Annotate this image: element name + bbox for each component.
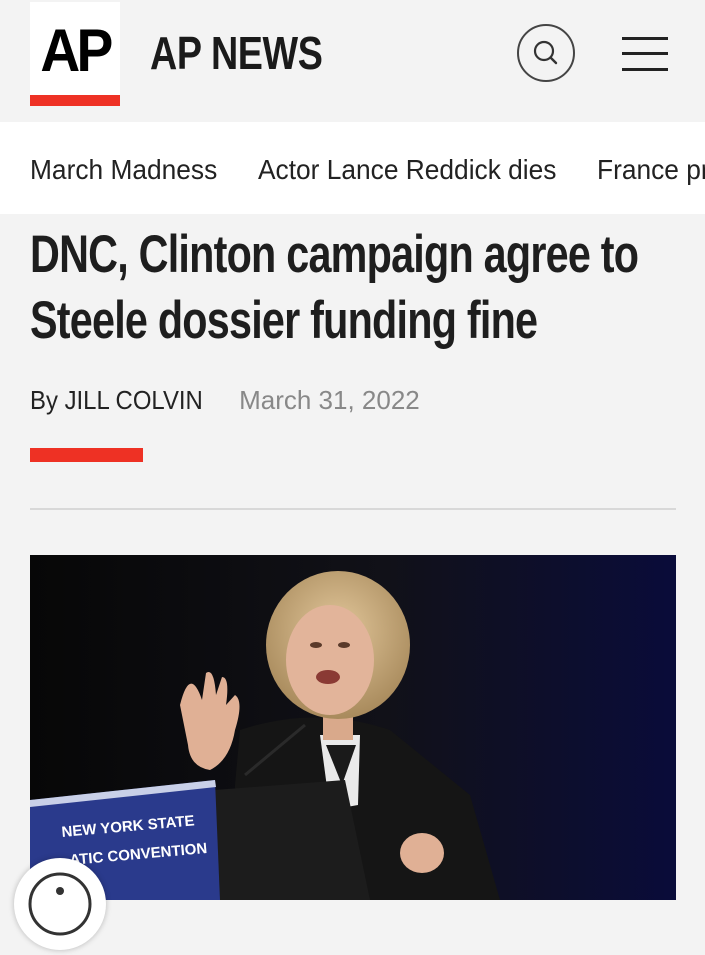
headline-line-1: DNC, Clinton campaign agree to	[30, 225, 639, 284]
photo-illustration: NEW YORK STATE ATIC CONVENTION	[30, 555, 676, 900]
byline-text: By JILL COLVIN	[30, 385, 203, 416]
divider	[30, 508, 676, 510]
accessibility-button[interactable]	[14, 858, 106, 950]
topic-nav: March Madness Actor Lance Reddick dies F…	[0, 122, 705, 214]
author-link[interactable]: JILL COLVIN	[65, 385, 203, 415]
search-button[interactable]	[517, 24, 575, 82]
publish-date: March 31, 2022	[239, 385, 420, 415]
nav-item-lance-reddick[interactable]: Actor Lance Reddick dies	[258, 154, 556, 186]
article-headline: DNC, Clinton campaign agree to Steele do…	[30, 222, 693, 354]
site-header: AP AP NEWS	[0, 0, 705, 122]
byline: By JILL COLVIN March 31, 2022	[30, 385, 420, 416]
logo-text: AP	[40, 17, 113, 84]
article-photo[interactable]: NEW YORK STATE ATIC CONVENTION	[30, 555, 676, 900]
nav-item-march-madness[interactable]: March Madness	[30, 154, 217, 186]
hamburger-menu-icon[interactable]	[622, 37, 668, 71]
accessibility-icon	[28, 872, 92, 936]
nav-item-france[interactable]: France pr	[597, 154, 705, 186]
ap-logo[interactable]: AP	[30, 2, 120, 106]
logo-accent-bar	[30, 95, 120, 106]
search-icon	[533, 40, 558, 65]
site-name[interactable]: AP NEWS	[150, 26, 323, 80]
byline-prefix: By	[30, 385, 58, 415]
accent-rule	[30, 448, 143, 462]
headline-line-2: Steele dossier funding fine	[30, 291, 538, 350]
